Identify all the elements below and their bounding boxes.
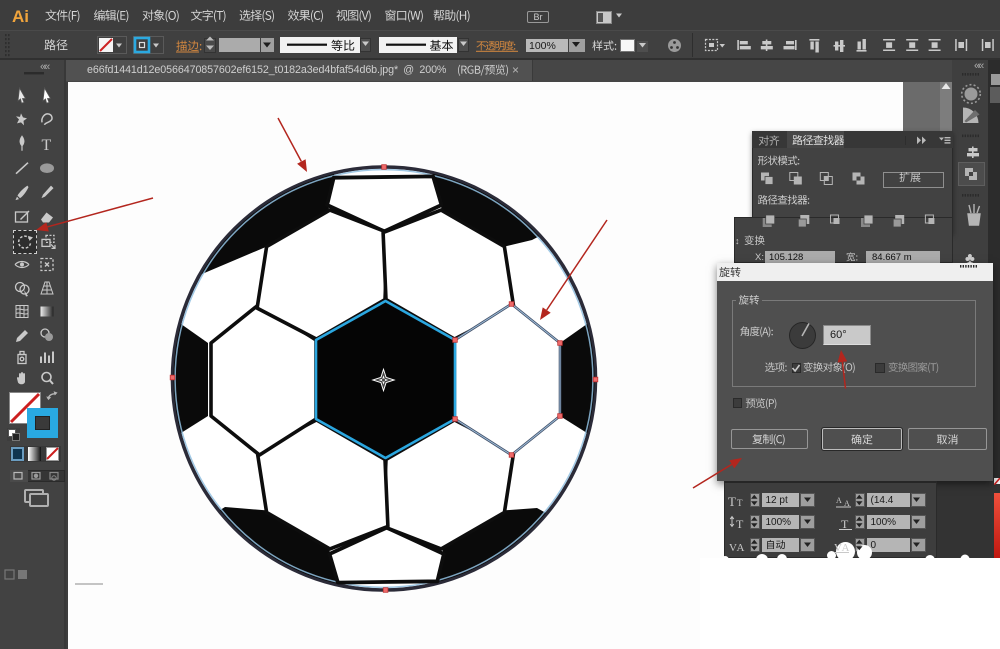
svg-text:Ai: Ai xyxy=(12,7,29,26)
svg-text:T: T xyxy=(728,494,736,509)
svg-text:A: A xyxy=(737,542,745,554)
svg-text:↕: ↕ xyxy=(735,236,740,246)
svg-text:T: T xyxy=(841,517,849,531)
svg-text:♣: ♣ xyxy=(965,250,975,267)
svg-text:T: T xyxy=(736,517,744,531)
svg-text:T: T xyxy=(737,498,743,508)
svg-text:A: A xyxy=(836,496,842,505)
svg-text:T: T xyxy=(42,137,52,154)
